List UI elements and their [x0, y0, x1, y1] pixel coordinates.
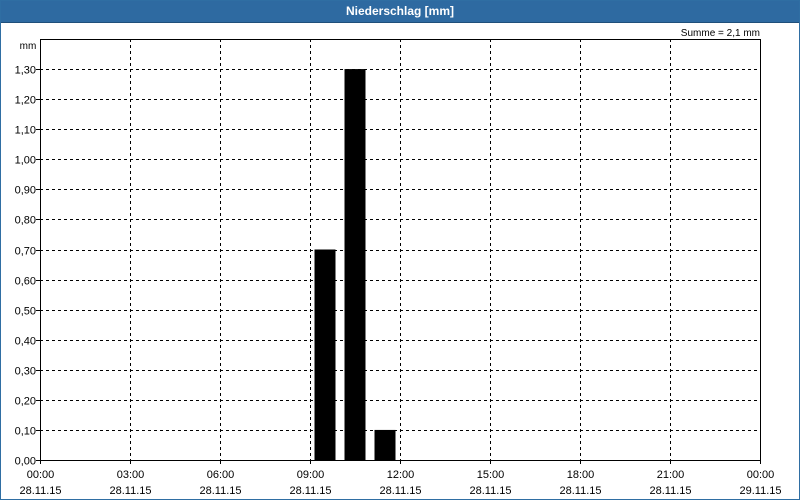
x-tick-date: 28.11.15 [289, 485, 331, 497]
y-tick-label: 0,90 [15, 185, 36, 197]
y-tick-label: 0,00 [15, 456, 36, 468]
sum-label: Summe = 2,1 mm [681, 28, 760, 39]
x-tick-time: 00:00 [747, 469, 775, 481]
x-tick-date: 28.11.15 [379, 485, 421, 497]
y-tick-label: 0,50 [15, 306, 36, 318]
x-tick-time: 06:00 [207, 469, 235, 481]
y-tick-label: 0,20 [15, 396, 36, 408]
x-tick-date: 28.11.15 [559, 485, 601, 497]
bars [314, 69, 396, 461]
precipitation-bar [314, 249, 336, 460]
y-tick-label: 0,30 [15, 366, 36, 378]
x-tick-time: 00:00 [27, 469, 55, 481]
x-tick-date: 28.11.15 [199, 485, 241, 497]
x-tick-time: 15:00 [477, 469, 505, 481]
x-tick-date: 28.11.15 [109, 485, 151, 497]
labels: 0,00 0,10 0,20 0,30 0,40 0,50 0,60 0,70 0,80 0,90… [15, 28, 782, 497]
y-tick-label: 0,40 [15, 336, 36, 348]
y-tick-label: 0,80 [15, 215, 36, 227]
x-tick-date: 28.11.15 [649, 485, 691, 497]
precipitation-bar [344, 69, 366, 461]
y-tick-label: 0,10 [15, 426, 36, 438]
x-tick-date: 28.11.15 [469, 485, 511, 497]
x-tick-time: 18:00 [567, 469, 595, 481]
precipitation-bar [374, 429, 396, 460]
y-tick-label: 1,10 [15, 125, 36, 137]
precipitation-chart: 0,00 0,10 0,20 0,30 0,40 0,50 0,60 0,70 0,80 0,90… [15, 28, 782, 497]
grid [40, 39, 760, 460]
y-unit-label: mm [20, 41, 37, 52]
y-tick-label: 0,60 [15, 276, 36, 288]
x-tick-time: 21:00 [657, 469, 685, 481]
y-tick-label: 1,00 [15, 155, 36, 167]
y-tick-label: 1,30 [15, 65, 36, 77]
x-tick-date: 28.11.15 [19, 485, 61, 497]
y-tick-label: 1,20 [15, 95, 36, 107]
x-tick-time: 12:00 [387, 469, 415, 481]
y-tick-label: 0,70 [15, 246, 36, 258]
x-tick-date: 29.11.15 [739, 485, 781, 497]
x-tick-time: 03:00 [117, 469, 145, 481]
x-tick-time: 09:00 [297, 469, 325, 481]
